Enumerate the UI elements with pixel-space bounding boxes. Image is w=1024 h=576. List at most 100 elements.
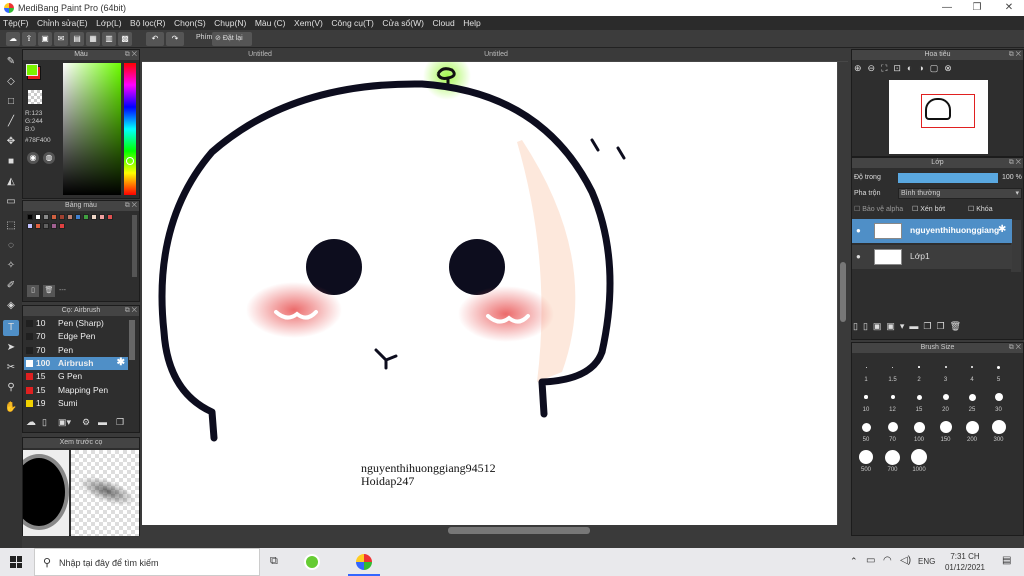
clipping-option[interactable]: ☐ Xén bớt — [912, 205, 945, 213]
navigator-zoom-controls[interactable]: ⊕⊖⛶⊡◐◑▢⊗ — [854, 63, 1022, 77]
brush-size-dot[interactable] — [916, 394, 922, 400]
browser-app-icon[interactable] — [304, 554, 320, 570]
vertical-scroll-thumb[interactable] — [840, 262, 846, 322]
palette-swatch[interactable] — [27, 214, 33, 220]
close-button[interactable]: ✕ — [994, 0, 1024, 16]
brush-list-scrollbar[interactable] — [129, 320, 135, 360]
brush-item[interactable]: 100 Airbrush ✱ — [24, 356, 128, 370]
visibility-eye-icon[interactable]: ● — [856, 226, 861, 235]
brush-size-dot[interactable] — [861, 422, 871, 432]
palette-swatch[interactable] — [59, 223, 65, 229]
medibang-taskbar-icon[interactable] — [356, 554, 372, 570]
palette-swatch[interactable] — [91, 214, 97, 220]
menu-snap[interactable]: Chụp(N) — [211, 16, 249, 30]
palette-swatch[interactable] — [75, 214, 81, 220]
brush-settings-gear-icon[interactable]: ✱ — [117, 357, 125, 368]
network-icon[interactable]: ▭ — [866, 555, 875, 566]
panel-close-icon[interactable]: ⧉ ✕ — [1009, 50, 1021, 60]
brush-size-dot[interactable] — [865, 366, 867, 368]
brush-size-dot[interactable] — [942, 394, 949, 400]
task-view-icon[interactable]: ⧉ — [270, 555, 278, 568]
panel-close-icon[interactable]: ⧉ ✕ — [125, 306, 137, 316]
menu-view[interactable]: Xem(V) — [291, 16, 326, 30]
text-tool-icon[interactable]: T — [3, 320, 19, 336]
brush-size-dot[interactable] — [997, 365, 1000, 369]
palette-swatch[interactable] — [35, 214, 41, 220]
protect-alpha-option[interactable]: ☐ Bảo vệ alpha — [854, 205, 903, 213]
new-palette-icon[interactable]: ▯ — [27, 285, 39, 297]
volume-icon[interactable]: ◁) — [900, 555, 911, 566]
brush-size-dot[interactable] — [885, 449, 900, 465]
drawing-canvas[interactable]: nguyenthihuonggiang94512 Hoidap247 — [142, 62, 837, 525]
layer-actions-toolbar[interactable]: ▯▯▣▣▾▬❐❐🗑 — [853, 321, 1013, 335]
palette-swatch[interactable] — [43, 223, 49, 229]
brush-size-dot[interactable] — [918, 366, 920, 368]
redo-icon[interactable]: ↷ — [166, 32, 184, 46]
lasso-tool-icon[interactable]: ◌ — [3, 238, 19, 254]
brush-size-dot[interactable] — [965, 420, 979, 434]
horizontal-scroll-thumb[interactable] — [448, 527, 590, 534]
menu-edit[interactable]: Chỉnh sửa(E) — [34, 16, 91, 30]
material-icon[interactable]: ▤ — [70, 32, 84, 46]
tab-untitled-2[interactable]: Untitled — [378, 49, 614, 61]
brush-item[interactable]: 70 Pen — [24, 344, 128, 357]
panel-close-icon[interactable]: ⧉ ✕ — [1009, 158, 1021, 168]
brush-item[interactable]: 15 Mapping Pen — [24, 384, 128, 397]
layer-row-selected[interactable]: ● nguyenthihuonggiang ✱ — [852, 219, 1012, 243]
select-tool-icon[interactable]: ⬚ — [3, 218, 19, 234]
brush-size-dot[interactable] — [994, 393, 1003, 401]
operation-tool-icon[interactable]: ➤ — [3, 340, 19, 356]
comment-icon[interactable]: ✉ — [54, 32, 68, 46]
panel-close-icon[interactable]: ⧉ ✕ — [1009, 343, 1021, 353]
saturation-value-picker[interactable] — [63, 63, 121, 195]
menu-tools[interactable]: Công cụ(T) — [328, 16, 377, 30]
tab-untitled-1[interactable]: Untitled — [142, 49, 378, 61]
bucket-tool-icon[interactable]: ◭ — [3, 174, 19, 190]
taskbar-search-box[interactable]: ⚲ Nhập tại đây để tìm kiếm — [34, 548, 260, 576]
gradient-tool-icon[interactable]: ▭ — [3, 194, 19, 210]
brush-size-dot[interactable] — [887, 422, 898, 432]
palette-swatch[interactable] — [51, 223, 57, 229]
panel-close-icon[interactable]: ⧉ ✕ — [125, 201, 137, 211]
brush-size-dot[interactable] — [890, 395, 895, 399]
layout-icon[interactable]: ▩ — [118, 32, 132, 46]
menu-filter[interactable]: Bộ lọc(R) — [127, 16, 168, 30]
brush-item[interactable]: 15 G Pen — [24, 370, 128, 383]
brush-size-dot[interactable] — [913, 421, 925, 433]
lock-option[interactable]: ☐ Khóa — [968, 205, 993, 213]
brush-size-dot[interactable] — [968, 393, 976, 401]
panel-close-icon[interactable]: ⧉ ✕ — [125, 50, 137, 60]
layer-list-scrollbar[interactable] — [1011, 220, 1021, 272]
menu-window[interactable]: Cửa sổ(W) — [379, 16, 427, 30]
select-eraser-icon[interactable]: ◈ — [3, 298, 19, 314]
menu-file[interactable]: Tệp(F) — [0, 16, 32, 30]
layer-row[interactable]: ● Lớp1 — [852, 245, 1012, 269]
brush-size-dot[interactable] — [939, 421, 952, 433]
minimize-button[interactable]: — — [932, 0, 962, 16]
brush-item[interactable]: 19 Sumi — [24, 397, 128, 410]
rectangle-tool-icon[interactable]: □ — [3, 94, 19, 110]
delete-palette-icon[interactable]: 🗑 — [43, 285, 55, 297]
palette-scrollbar[interactable] — [132, 215, 137, 277]
navigator-thumbnail[interactable] — [889, 80, 988, 154]
wifi-icon[interactable]: ◠ — [883, 555, 892, 566]
cloud-icon[interactable]: ☁ — [6, 32, 20, 46]
palette-swatch[interactable] — [51, 214, 57, 220]
add-brush-icon[interactable]: ☁ — [26, 417, 36, 428]
brush-duplicate-icon[interactable]: ❐ — [116, 417, 124, 428]
hand-tool-icon[interactable]: ✋ — [3, 400, 19, 416]
share-icon[interactable]: ⇪ — [22, 32, 36, 46]
palette-icon[interactable]: ◉ — [27, 152, 39, 164]
palette-swatch[interactable] — [59, 214, 65, 220]
magic-wand-icon[interactable]: ✧ — [3, 258, 19, 274]
notification-icon[interactable]: ▤ — [1002, 555, 1011, 566]
windows-start-icon[interactable] — [10, 556, 22, 568]
brush-settings-icon[interactable]: ⚙ — [82, 417, 90, 428]
menu-select[interactable]: Chọn(S) — [171, 16, 209, 30]
brush-item[interactable]: 10 Pen (Sharp) — [24, 317, 128, 330]
menu-layer[interactable]: Lớp(L) — [93, 16, 124, 30]
fill-rect-tool-icon[interactable]: ■ — [3, 154, 19, 170]
brush-options-icon[interactable]: ▣▾ — [58, 417, 71, 428]
line-tool-icon[interactable]: ╱ — [3, 114, 19, 130]
brush-size-dot[interactable] — [944, 366, 947, 368]
